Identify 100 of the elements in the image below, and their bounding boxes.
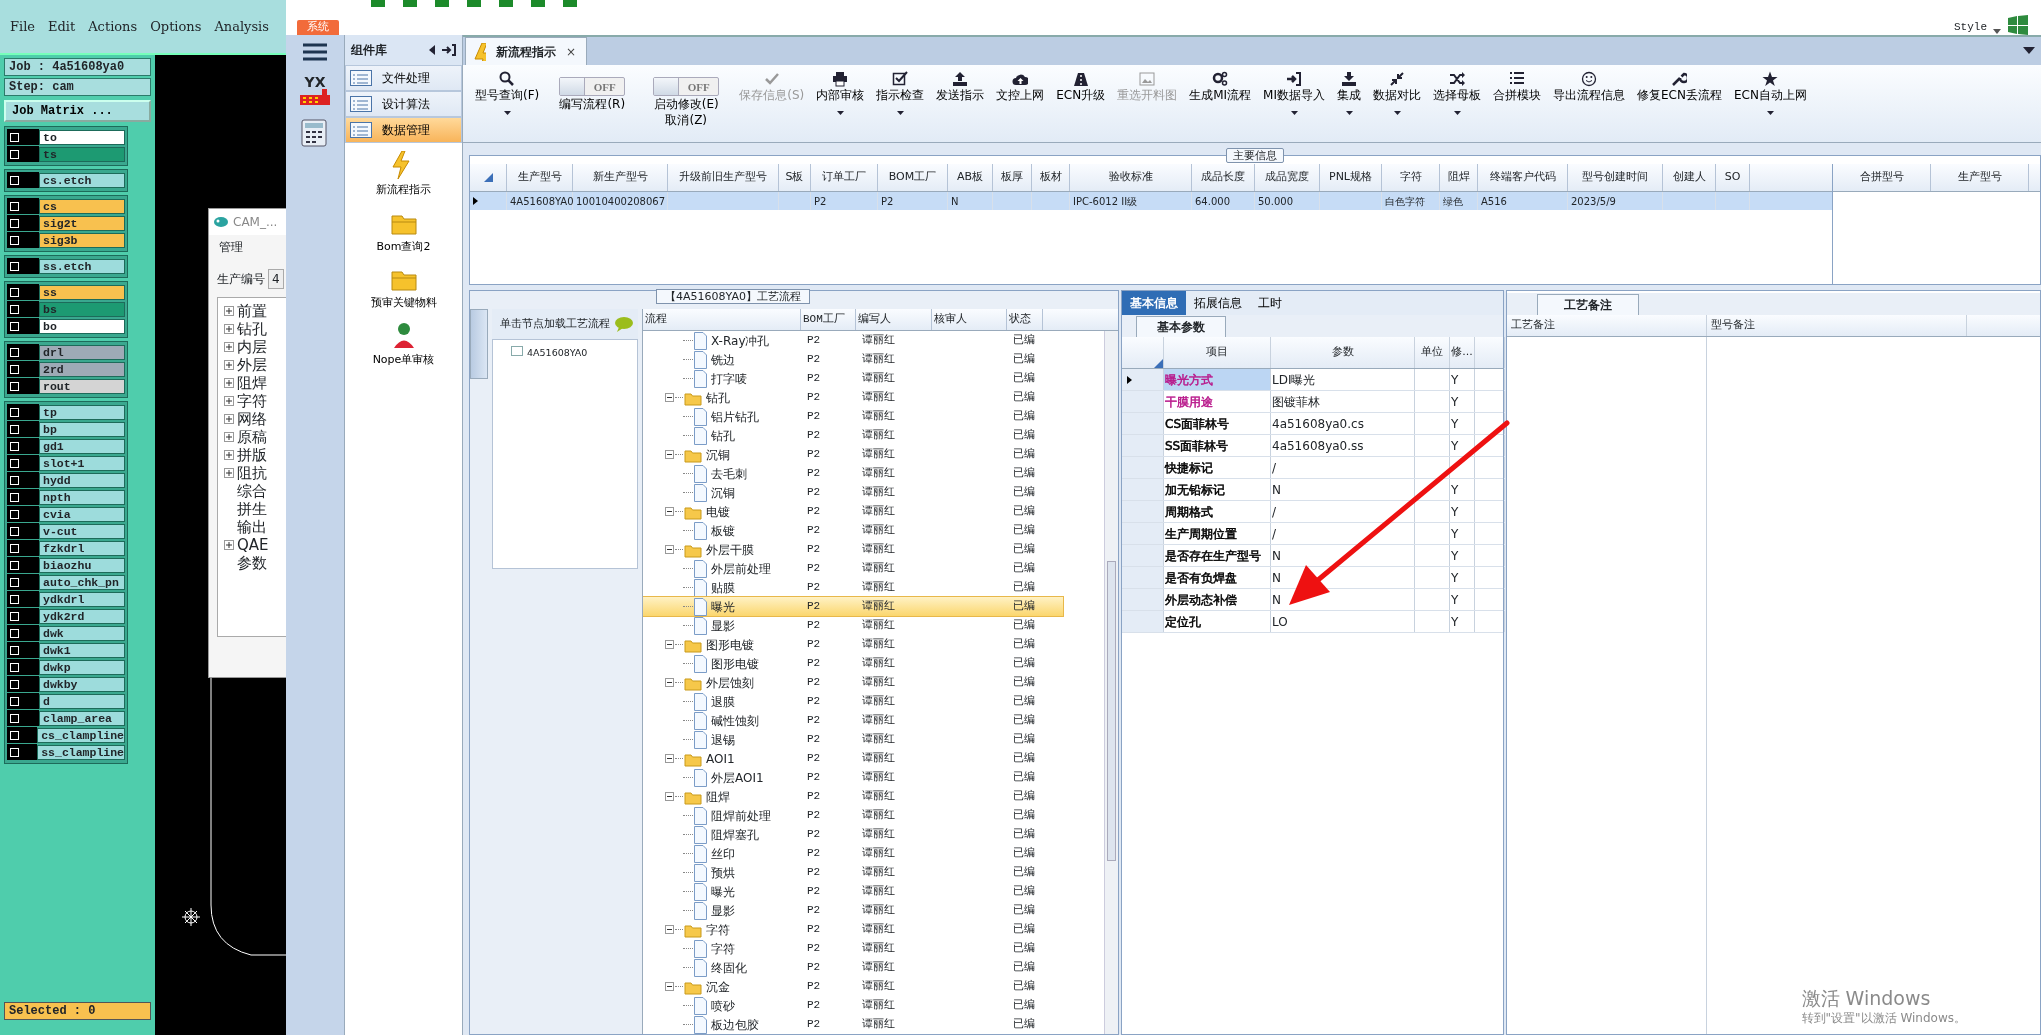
step-name[interactable]: 沉铜 [706, 445, 730, 464]
toolbar-icon[interactable] [529, 0, 547, 8]
collapse-icon[interactable] [665, 507, 674, 516]
column-header[interactable]: 状态 [1007, 309, 1043, 330]
process-row[interactable]: 图形电镀 P2 谭丽红 已编 [643, 635, 1063, 654]
process-row[interactable]: 沉金 P2 谭丽红 已编 [643, 977, 1063, 996]
layer-name[interactable]: dwkby [39, 676, 125, 692]
column-header[interactable]: PNL规格 [1320, 164, 1382, 191]
step-name[interactable]: 字符 [706, 920, 730, 939]
step-name[interactable]: 外层干膜 [706, 540, 754, 559]
expand-icon[interactable] [224, 342, 234, 352]
process-row[interactable]: 退膜 P2 谭丽红 已编 [643, 692, 1063, 711]
layer-checkbox[interactable] [10, 509, 19, 519]
menu-item[interactable]: 管理 [209, 235, 286, 259]
layer-checkbox[interactable] [10, 424, 19, 434]
layer-name[interactable]: clamp_area [39, 710, 125, 726]
layer-checkbox[interactable] [10, 577, 19, 587]
process-row[interactable]: 字符 P2 谭丽红 已编 [643, 939, 1063, 958]
step-name[interactable]: 外层AOI1 [711, 768, 764, 787]
step-name[interactable]: 碱性蚀刻 [711, 711, 759, 730]
layer-checkbox[interactable] [10, 696, 19, 706]
process-row[interactable]: 铣边 P2 谭丽红 已编 [643, 350, 1063, 369]
expand-icon[interactable] [224, 414, 234, 424]
collapse-icon[interactable] [665, 450, 674, 459]
layer-name[interactable]: cs [39, 198, 125, 214]
column-header[interactable]: 合拼型号 [1833, 164, 1931, 191]
step-name[interactable]: 显影 [711, 901, 735, 920]
menu-item[interactable]: Actions [88, 16, 138, 37]
column-header[interactable]: 阻焊 [1440, 164, 1478, 191]
tab[interactable]: 基本信息 [1122, 291, 1186, 315]
toolbar-button[interactable]: 型号查询(F) [469, 69, 546, 117]
dropdown-icon[interactable] [2023, 47, 2035, 55]
column-header[interactable]: 型号备注 [1707, 315, 1967, 336]
layer-checkbox[interactable] [10, 662, 19, 672]
layer-checkbox[interactable] [10, 611, 19, 621]
column-header[interactable]: 工艺备注 [1507, 315, 1707, 336]
layer-checkbox[interactable] [10, 261, 19, 271]
toggle-switch[interactable]: OFF [559, 77, 626, 96]
step-name[interactable]: 退膜 [711, 692, 735, 711]
sign-in-icon[interactable] [442, 44, 456, 56]
layer-name[interactable]: ss_clampline [37, 744, 125, 760]
process-row[interactable]: 显影 P2 谭丽红 已编 [643, 901, 1063, 920]
toolbar-button[interactable]: MI数据导入 [1257, 69, 1331, 117]
layer-name[interactable]: dwk [39, 625, 125, 641]
layer-name[interactable]: bo [39, 318, 125, 334]
column-header[interactable]: S板 [779, 164, 811, 191]
toolbar-button[interactable]: 修复ECN丢流程 [1631, 69, 1728, 105]
column-header[interactable]: 参数 [1271, 337, 1415, 368]
layer-checkbox[interactable] [10, 645, 19, 655]
layer-name[interactable]: ss.etch [39, 258, 125, 274]
layer-name[interactable]: sig2t [39, 215, 125, 231]
toolbar-icon[interactable] [465, 0, 483, 8]
toolbar-button[interactable]: 合拼模块 [1487, 69, 1547, 105]
process-row[interactable]: 阻焊前处理 P2 谭丽红 已编 [643, 806, 1063, 825]
layer-name[interactable]: fzkdrl [39, 540, 125, 556]
process-row[interactable]: 钻孔 P2 谭丽红 已编 [643, 426, 1063, 445]
layer-checkbox[interactable] [10, 321, 19, 331]
step-name[interactable]: 外层前处理 [711, 559, 771, 578]
toolbar-button[interactable]: ECN升级 [1050, 69, 1112, 105]
toolbar-button[interactable]: 内部审核 [810, 69, 871, 117]
expand-icon[interactable] [224, 378, 234, 388]
layer-checkbox[interactable] [10, 730, 19, 740]
layer-checkbox[interactable] [10, 747, 19, 757]
expand-icon[interactable] [224, 540, 234, 550]
layer-name[interactable]: to [39, 129, 125, 145]
column-header[interactable]: 单位 [1415, 337, 1450, 368]
layer-name[interactable]: npth [39, 489, 125, 505]
layer-name[interactable]: v-cut [39, 523, 125, 539]
step-name[interactable]: 钻孔 [711, 426, 735, 445]
scrollbar[interactable] [1104, 331, 1118, 1034]
step-name[interactable]: 图形电镀 [706, 635, 754, 654]
toggle-switch[interactable]: OFF [653, 77, 720, 96]
menu-item[interactable]: Options [150, 16, 202, 37]
layer-checkbox[interactable] [10, 235, 19, 245]
column-header[interactable]: 升级前旧生产型号 [668, 164, 779, 191]
column-header[interactable]: 成品长度 [1192, 164, 1255, 191]
layer-name[interactable]: auto_chk_pn [39, 574, 125, 590]
column-header[interactable]: 字符 [1382, 164, 1440, 191]
step-name[interactable]: 显影 [711, 616, 735, 635]
layer-checkbox[interactable] [10, 594, 19, 604]
layer-name[interactable]: drl [39, 344, 125, 360]
layer-name[interactable]: cvia [39, 506, 125, 522]
toolbar-button[interactable]: ECN自动上网 [1727, 69, 1813, 117]
process-row[interactable]: 外层前处理 P2 谭丽红 已编 [643, 559, 1063, 578]
toggle-control[interactable]: OFF 编写流程(R) [545, 69, 640, 112]
toolbar-button[interactable]: 导出流程信息 [1547, 69, 1631, 105]
collapse-icon[interactable] [665, 678, 674, 687]
process-row[interactable]: 外层干膜 P2 谭丽红 已编 [643, 540, 1063, 559]
step-name[interactable]: 曝光 [711, 882, 735, 901]
process-row[interactable]: 退锡 P2 谭丽红 已编 [643, 730, 1063, 749]
expand-icon[interactable] [224, 360, 234, 370]
layer-checkbox[interactable] [10, 347, 19, 357]
process-row[interactable]: 去毛刺 P2 谭丽红 已编 [643, 464, 1063, 483]
layer-name[interactable]: hydd [39, 472, 125, 488]
column-header[interactable]: 板材 [1032, 164, 1070, 191]
expand-icon[interactable] [224, 306, 234, 316]
collapse-icon[interactable] [665, 754, 674, 763]
column-header[interactable]: AB板 [948, 164, 993, 191]
document-tab[interactable]: 新流程指示 × [465, 37, 588, 65]
layer-name[interactable]: sig3b [39, 232, 125, 248]
